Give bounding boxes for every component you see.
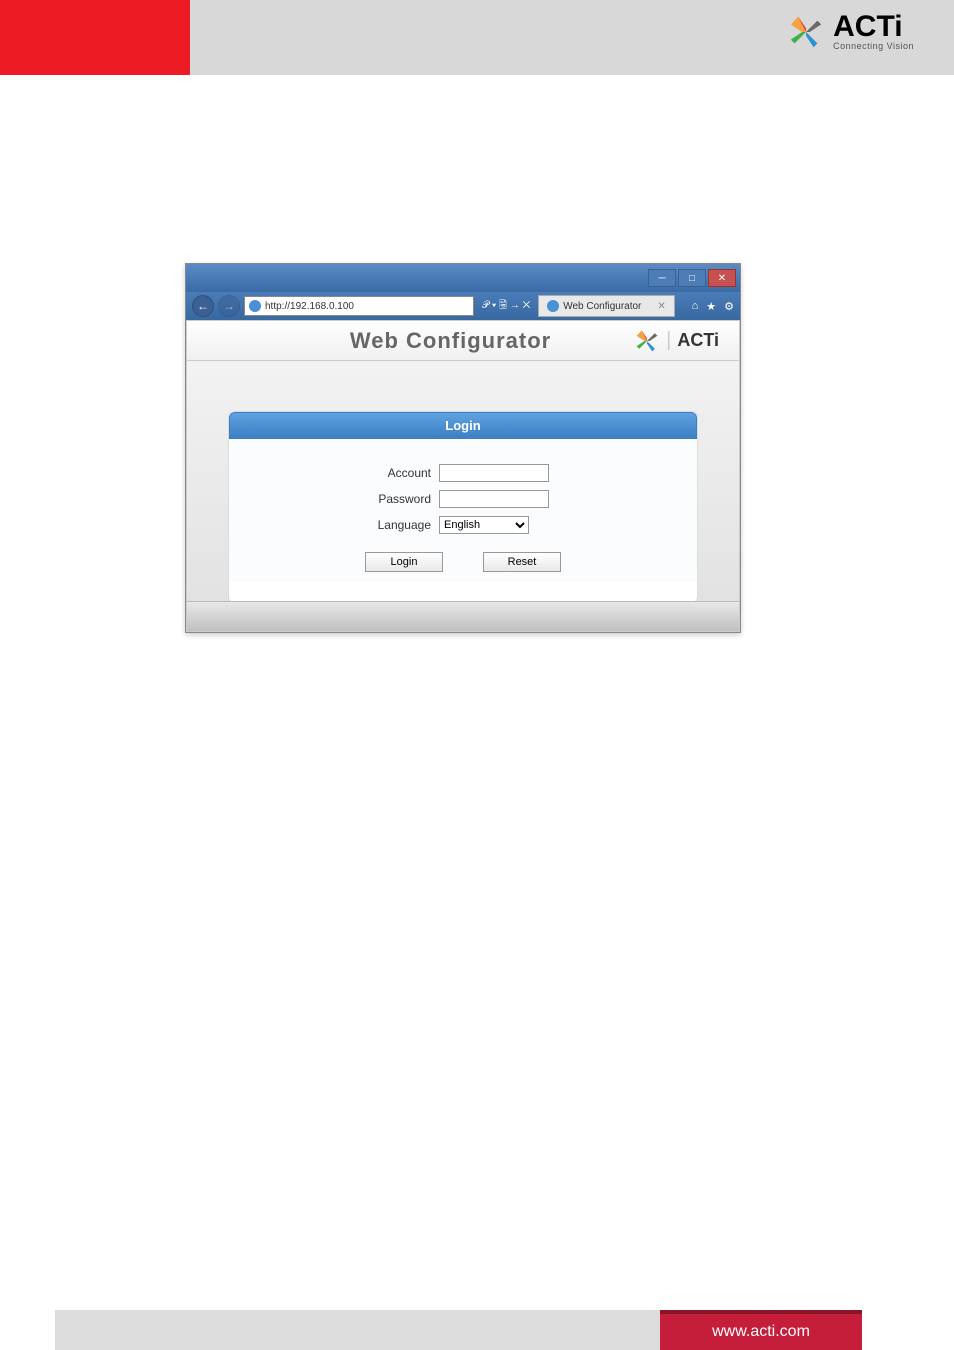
brand-name: ACTi [833,12,914,42]
account-input[interactable] [439,464,549,482]
brand-logo-top: ACTi Connecting Vision [787,12,914,51]
account-label: Account [269,466,439,480]
login-panel: Login Account Password Language English [228,411,698,603]
back-button[interactable]: ← [192,295,214,317]
browser-toolbar: ← → http://192.168.0.100 𝒫 ▾ 🗟 → ✕ Web C… [186,292,740,320]
logo-divider: | [666,329,671,352]
window-title-bar: ─ □ ✕ [186,264,740,292]
button-row: Login Reset [269,552,657,572]
login-form: Account Password Language English Login … [229,439,697,582]
favorites-icon[interactable]: ★ [706,300,716,313]
brand-tagline: Connecting Vision [833,42,914,51]
close-button[interactable]: ✕ [708,269,736,287]
language-row: Language English [269,516,657,534]
butterfly-icon-small [634,328,660,354]
page-title: Web Configurator [267,328,634,354]
page-brand-text: ACTi [677,330,719,351]
minimize-button[interactable]: ─ [648,269,676,287]
password-input[interactable] [439,490,549,508]
forward-button[interactable]: → [218,295,240,317]
gray-banner: ACTi Connecting Vision [190,0,954,75]
login-header: Login [229,412,697,439]
butterfly-icon [787,13,825,51]
login-button[interactable]: Login [365,552,443,572]
browser-tab[interactable]: Web Configurator ✕ [538,295,675,317]
address-bar[interactable]: http://192.168.0.100 [244,296,474,316]
password-label: Password [269,492,439,506]
address-bar-icons[interactable]: 𝒫 ▾ 🗟 → ✕ [482,298,530,315]
browser-window: ─ □ ✕ ← → http://192.168.0.100 𝒫 ▾ 🗟 → ✕… [185,263,741,633]
red-decoration [0,0,190,75]
ie-icon [249,300,261,312]
language-select[interactable]: English [439,516,529,534]
url-text: http://192.168.0.100 [265,301,354,312]
footer-url-bar: www.acti.com [660,1310,862,1350]
footer-gray-bar [55,1310,660,1350]
tools-icon[interactable]: ⚙ [724,300,734,313]
page-brand-logo: | ACTi [634,328,719,354]
home-icon[interactable]: ⌂ [692,300,699,313]
document-footer: www.acti.com [0,1310,954,1350]
password-row: Password [269,490,657,508]
page-content: Web Configurator | ACTi Login [186,320,740,632]
footer-url: www.acti.com [712,1323,810,1341]
top-banner: ACTi Connecting Vision [0,0,954,75]
window-controls: ─ □ ✕ [648,269,736,287]
language-label: Language [269,518,439,532]
reset-button[interactable]: Reset [483,552,561,572]
tab-favicon [547,300,559,312]
page-header: Web Configurator | ACTi [187,321,739,361]
account-row: Account [269,464,657,482]
maximize-button[interactable]: □ [678,269,706,287]
browser-action-icons: ⌂ ★ ⚙ [692,300,734,313]
tab-title: Web Configurator [563,301,641,312]
tab-close-icon[interactable]: ✕ [657,301,665,312]
page-footer-gradient [187,601,739,631]
